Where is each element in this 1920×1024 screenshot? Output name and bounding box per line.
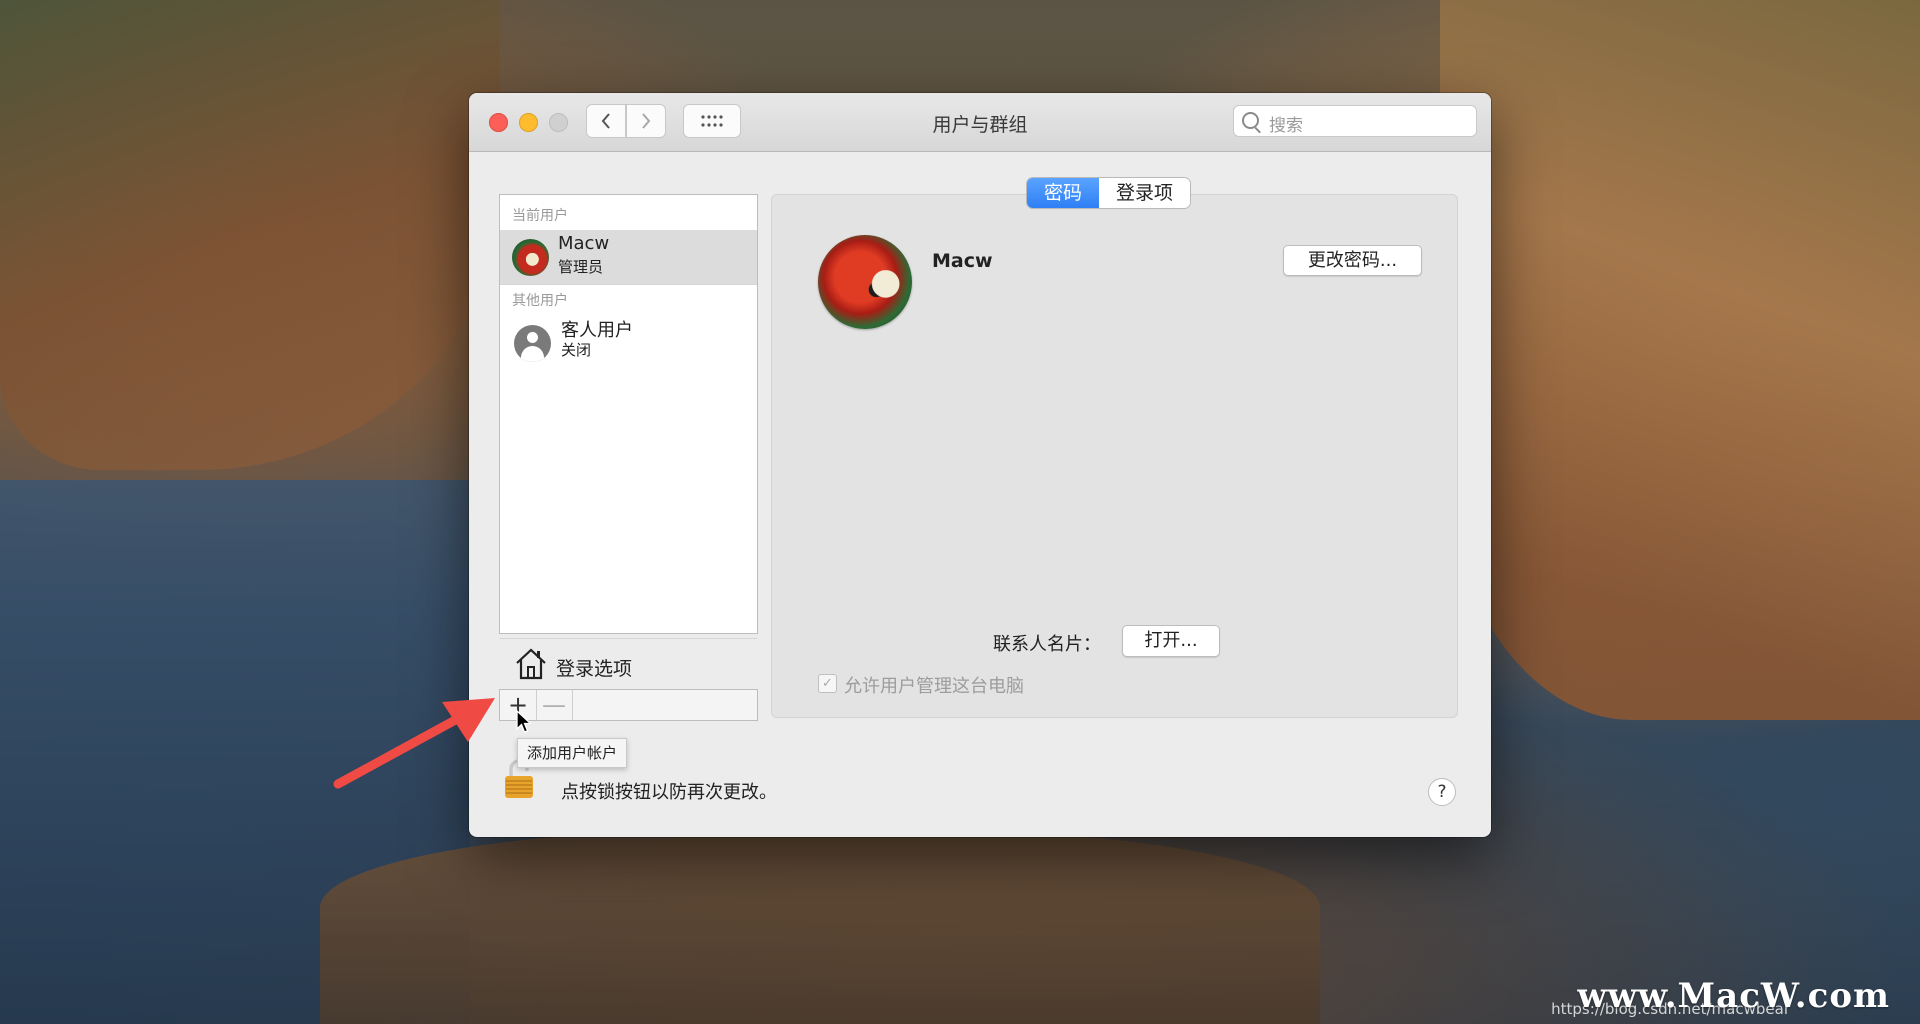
search-icon <box>1242 112 1259 129</box>
guest-avatar-icon <box>514 325 551 362</box>
watermark-brand: www.MacW.com <box>1577 976 1890 1016</box>
user-name: Macw <box>558 233 610 254</box>
add-remove-bar: + — <box>499 689 758 721</box>
contact-card-label: 联系人名片： <box>993 634 1101 655</box>
section-current-users: 当前用户 <box>512 208 568 224</box>
user-row-guest[interactable]: 客人用户 关闭 <box>500 313 757 367</box>
remove-user-button[interactable]: — <box>536 690 573 720</box>
user-full-name: Macw <box>932 250 993 272</box>
change-password-button[interactable]: 更改密码... <box>1283 245 1422 276</box>
wallpaper-cliff-left <box>0 0 500 470</box>
cursor-icon <box>516 710 532 733</box>
lock-message: 点按锁按钮以防再次更改。 <box>561 782 777 803</box>
add-user-tooltip: 添加用户帐户 <box>517 738 628 768</box>
open-contact-button[interactable]: 打开... <box>1122 625 1220 657</box>
tab-bar: 密码 登录项 <box>1027 178 1191 208</box>
arrow-annotation-icon <box>333 698 495 789</box>
login-options-label: 登录选项 <box>556 658 633 680</box>
wallpaper-cliff-right <box>1440 0 1920 720</box>
search-placeholder: 搜索 <box>1269 116 1303 136</box>
allow-admin-label: 允许用户管理这台电脑 <box>844 676 1024 697</box>
user-role: 管理员 <box>558 258 604 276</box>
section-other-users: 其他用户 <box>512 293 568 309</box>
login-options-item[interactable]: 登录选项 <box>500 639 757 693</box>
avatar <box>512 239 549 276</box>
user-avatar[interactable] <box>818 235 912 329</box>
wallpaper-rocks-bottom <box>320 830 1320 1024</box>
tab-password[interactable]: 密码 <box>1027 178 1100 208</box>
titlebar: 用户与群组 搜索 <box>469 93 1491 152</box>
user-status: 关闭 <box>561 341 592 359</box>
users-sidebar: 当前用户 Macw 管理员 其他用户 客人用户 关闭 登录选项 <box>499 194 758 680</box>
user-row-macw[interactable]: Macw 管理员 <box>500 230 757 284</box>
search-field[interactable]: 搜索 <box>1233 105 1477 137</box>
allow-admin-checkbox[interactable]: ✓ <box>818 674 837 693</box>
tab-login-items[interactable]: 登录项 <box>1099 178 1191 208</box>
users-groups-window: 用户与群组 搜索 当前用户 Macw 管理员 其他用户 客人用户 关闭 登录选项… <box>469 93 1491 837</box>
divider <box>500 284 757 285</box>
help-button[interactable]: ? <box>1428 778 1456 806</box>
house-icon <box>516 648 546 680</box>
